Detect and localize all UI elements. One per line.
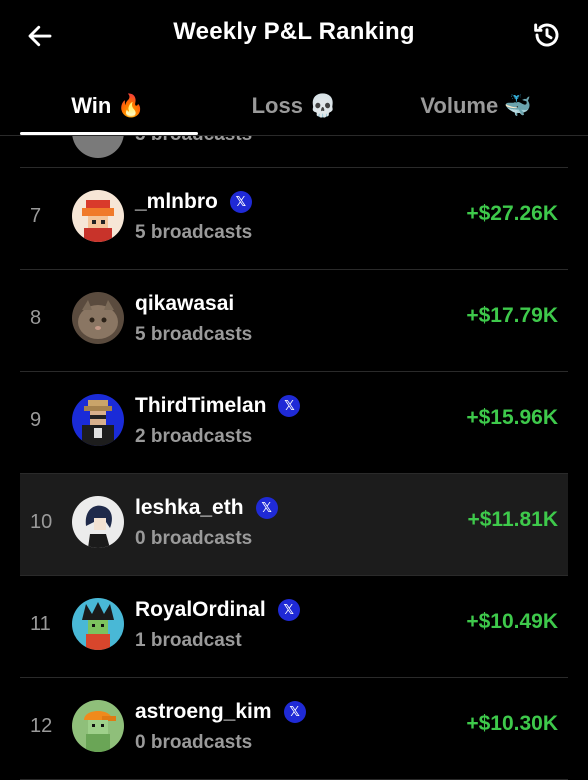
list-item[interactable]: 5 broadcasts: [20, 136, 568, 168]
history-icon: [534, 23, 559, 47]
username[interactable]: _mlnbro: [135, 190, 218, 214]
header: Weekly P&L Ranking: [0, 0, 588, 72]
tab-loss[interactable]: Loss 💀: [196, 88, 392, 124]
skull-icon: 💀: [308, 93, 337, 118]
pnl-value: +$11.81K: [467, 508, 558, 531]
username[interactable]: RoyalOrdinal: [135, 598, 266, 622]
tab-win[interactable]: Win 🔥: [10, 88, 206, 124]
broadcast-count: 1 broadcast: [135, 630, 242, 651]
avatar[interactable]: [72, 394, 124, 446]
x-verified-icon: 𝕏: [255, 497, 278, 519]
fire-icon: 🔥: [117, 93, 145, 118]
x-verified-icon: 𝕏: [229, 191, 252, 213]
broadcast-count: 0 broadcasts: [135, 528, 253, 549]
rank-number: 7: [30, 205, 42, 227]
username[interactable]: ThirdTimelan: [135, 394, 266, 418]
rank-number: 8: [30, 307, 42, 329]
tab-volume[interactable]: Volume 🐳: [378, 88, 574, 124]
avatar[interactable]: [72, 700, 124, 752]
history-button[interactable]: [528, 16, 566, 54]
list-item[interactable]: 12 astroeng_kim 𝕏 0 broadcasts +$10.30K: [20, 678, 568, 780]
broadcast-count: 2 broadcasts: [135, 426, 253, 447]
list-item[interactable]: 10 leshka_eth 𝕏 0 broadcasts +$11.81K: [20, 474, 568, 576]
rank-number: 9: [30, 409, 42, 431]
avatar[interactable]: [72, 496, 124, 548]
username[interactable]: leshka_eth: [135, 496, 244, 520]
page-title: Weekly P&L Ranking: [173, 18, 415, 45]
tab-label: Win: [71, 93, 112, 118]
ranking-tabs: Win 🔥 Loss 💀 Volume 🐳: [0, 78, 588, 136]
avatar[interactable]: [72, 190, 124, 242]
tab-label: Loss: [251, 93, 303, 118]
broadcast-count: 5 broadcasts: [135, 324, 253, 345]
list-item[interactable]: 9 ThirdTimelan 𝕏 2 broadcasts +$15.96K: [20, 372, 568, 474]
avatar[interactable]: [72, 292, 124, 344]
pnl-value: +$15.96K: [466, 406, 558, 429]
list-item[interactable]: 11 RoyalOrdinal 𝕏 1 broadcast +$10.49K: [20, 576, 568, 678]
x-verified-icon: 𝕏: [277, 599, 300, 621]
pnl-value: +$10.30K: [466, 712, 558, 735]
broadcast-count: 5 broadcasts: [135, 222, 253, 243]
username[interactable]: astroeng_kim: [135, 700, 272, 724]
username[interactable]: qikawasai: [135, 292, 234, 316]
list-item[interactable]: 8 qikawasai 5 broadcasts +$17.79K: [20, 270, 568, 372]
rank-number: 10: [30, 511, 53, 533]
x-verified-icon: 𝕏: [278, 395, 301, 417]
pnl-value: +$10.49K: [466, 610, 558, 633]
ranking-list: 5 broadcasts 7 _mlnbro 𝕏 5 broadcasts +$…: [20, 136, 568, 780]
avatar[interactable]: [72, 598, 124, 650]
broadcast-count: 5 broadcasts: [135, 136, 252, 146]
list-item[interactable]: 7 _mlnbro 𝕏 5 broadcasts +$27.26K: [20, 168, 568, 270]
rank-number: 11: [30, 613, 51, 635]
pnl-value: +$27.26K: [466, 202, 558, 225]
broadcast-count: 0 broadcasts: [135, 732, 253, 753]
x-verified-icon: 𝕏: [283, 701, 306, 723]
rank-number: 12: [30, 715, 53, 737]
avatar: [72, 136, 124, 158]
tab-label: Volume: [420, 93, 499, 118]
whale-icon: 🐳: [504, 93, 532, 118]
pnl-value: +$17.79K: [466, 304, 558, 327]
